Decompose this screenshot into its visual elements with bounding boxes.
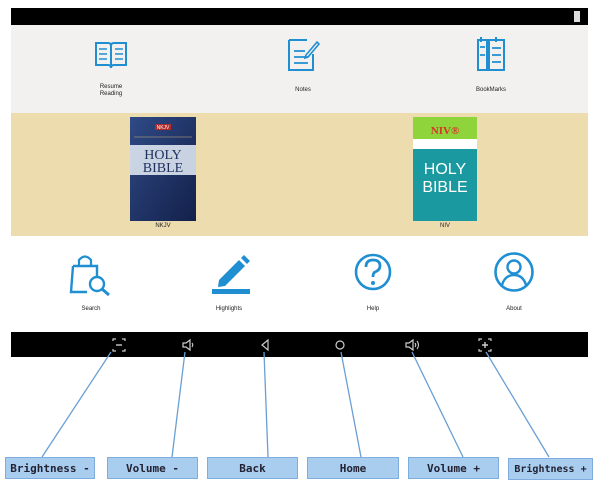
leader-brightness-plus <box>485 351 550 458</box>
callout-brightness-plus: Brightness + <box>508 458 593 480</box>
callout-back: Back <box>207 457 298 479</box>
callout-brightness-minus: Brightness - <box>5 457 95 479</box>
leader-volume-minus <box>171 351 186 458</box>
leader-back <box>263 351 269 458</box>
callout-home: Home <box>307 457 399 479</box>
callout-volume-minus: Volume - <box>107 457 198 479</box>
callout-volume-plus: Volume + <box>408 457 499 479</box>
leader-home <box>340 351 362 458</box>
callout-leader-lines <box>41 351 550 458</box>
leader-volume-plus <box>411 351 464 458</box>
leader-brightness-minus <box>41 351 112 458</box>
